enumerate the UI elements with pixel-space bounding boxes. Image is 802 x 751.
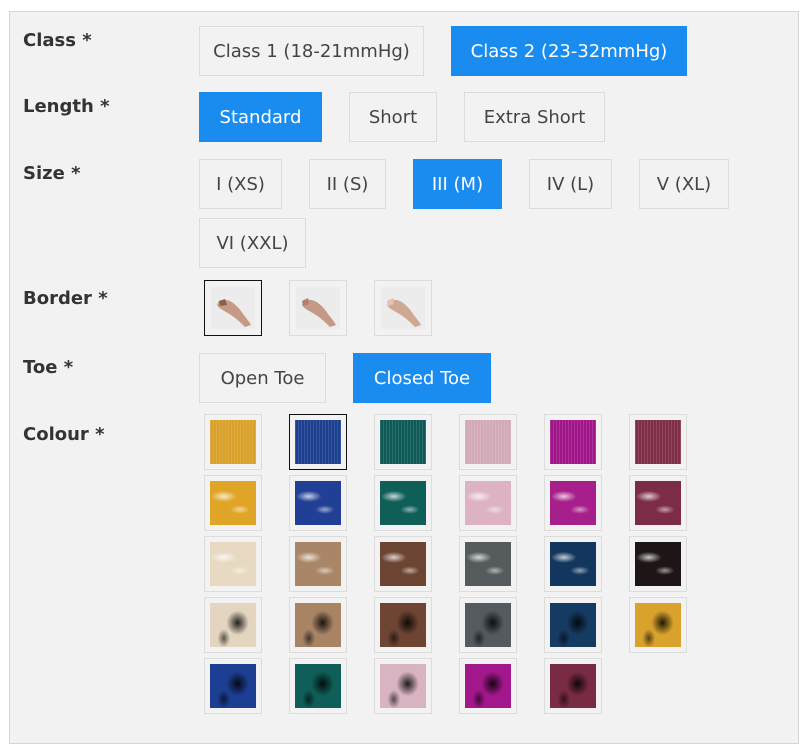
colour-swatch-fill <box>210 420 256 464</box>
class-option-2[interactable]: Class 2 (23-32mmHg) <box>451 26 687 76</box>
colour-swatch[interactable] <box>374 536 432 592</box>
size-label: Size * <box>23 163 81 184</box>
colour-label: Colour * <box>23 424 105 445</box>
length-option-standard[interactable]: Standard <box>199 92 322 142</box>
border-thumbnail <box>296 287 340 329</box>
colour-swatch-fill <box>210 603 256 647</box>
colour-swatch[interactable] <box>544 414 602 470</box>
colour-swatch-fill <box>635 420 681 464</box>
colour-swatch-fill <box>465 664 511 708</box>
colour-swatch-fill <box>380 603 426 647</box>
colour-swatch-fill <box>465 542 511 586</box>
colour-swatch-fill <box>380 664 426 708</box>
colour-swatch-fill <box>465 420 511 464</box>
stocking-icon <box>387 298 421 327</box>
colour-swatch[interactable] <box>544 536 602 592</box>
colour-swatch-fill <box>210 542 256 586</box>
colour-swatch[interactable] <box>289 536 347 592</box>
border-label: Border * <box>23 288 108 309</box>
colour-swatch-fill <box>550 481 596 525</box>
border-option-2[interactable] <box>289 280 347 336</box>
colour-swatch[interactable] <box>544 475 602 531</box>
stocking-icon <box>217 299 251 327</box>
colour-swatch-fill <box>380 481 426 525</box>
toe-option-open[interactable]: Open Toe <box>199 353 326 403</box>
colour-swatch[interactable] <box>204 475 262 531</box>
colour-swatch[interactable] <box>374 658 432 714</box>
size-option-xl[interactable]: V (XL) <box>639 159 729 209</box>
colour-swatch-fill <box>295 481 341 525</box>
colour-swatch[interactable] <box>629 414 687 470</box>
colour-swatch[interactable] <box>204 536 262 592</box>
length-option-extra-short[interactable]: Extra Short <box>464 92 605 142</box>
colour-swatch-fill <box>635 542 681 586</box>
colour-swatch-fill <box>465 481 511 525</box>
size-option-s[interactable]: II (S) <box>309 159 386 209</box>
colour-swatch[interactable] <box>459 414 517 470</box>
size-option-xs[interactable]: I (XS) <box>199 159 282 209</box>
colour-swatch-fill <box>465 603 511 647</box>
class-label: Class * <box>23 30 92 51</box>
border-option-1[interactable] <box>204 280 262 336</box>
colour-swatch-fill <box>635 481 681 525</box>
class-option-1[interactable]: Class 1 (18-21mmHg) <box>199 26 424 76</box>
size-option-m[interactable]: III (M) <box>413 159 502 209</box>
border-thumbnail <box>381 287 425 329</box>
colour-swatch[interactable] <box>544 597 602 653</box>
colour-swatch[interactable] <box>289 597 347 653</box>
colour-swatch[interactable] <box>629 475 687 531</box>
colour-swatch[interactable] <box>374 414 432 470</box>
stocking-icon <box>302 298 336 327</box>
colour-swatch-fill <box>295 420 341 464</box>
length-option-short[interactable]: Short <box>349 92 437 142</box>
colour-swatch-fill <box>550 420 596 464</box>
colour-swatch-fill <box>295 603 341 647</box>
toe-option-closed[interactable]: Closed Toe <box>353 353 491 403</box>
colour-swatch[interactable] <box>289 414 347 470</box>
colour-swatch[interactable] <box>204 597 262 653</box>
colour-swatch[interactable] <box>459 536 517 592</box>
border-thumbnail <box>211 287 255 329</box>
colour-swatch[interactable] <box>629 536 687 592</box>
colour-swatch[interactable] <box>289 475 347 531</box>
colour-swatch-fill <box>295 664 341 708</box>
colour-swatch-fill <box>210 481 256 525</box>
border-option-3[interactable] <box>374 280 432 336</box>
colour-swatch[interactable] <box>374 475 432 531</box>
size-option-l[interactable]: IV (L) <box>529 159 612 209</box>
colour-swatch-fill <box>210 664 256 708</box>
colour-swatch-fill <box>550 603 596 647</box>
colour-swatch-fill <box>380 542 426 586</box>
size-option-xxl[interactable]: VI (XXL) <box>199 218 306 268</box>
colour-swatch[interactable] <box>204 414 262 470</box>
length-label: Length * <box>23 96 110 117</box>
colour-swatch[interactable] <box>459 475 517 531</box>
colour-swatch[interactable] <box>459 597 517 653</box>
colour-swatch-fill <box>550 542 596 586</box>
colour-swatch[interactable] <box>629 597 687 653</box>
colour-swatch-fill <box>550 664 596 708</box>
colour-swatch-fill <box>380 420 426 464</box>
colour-swatch-fill <box>635 603 681 647</box>
colour-swatch[interactable] <box>544 658 602 714</box>
toe-label: Toe * <box>23 357 74 378</box>
colour-swatch[interactable] <box>289 658 347 714</box>
colour-swatch[interactable] <box>459 658 517 714</box>
colour-swatch[interactable] <box>204 658 262 714</box>
colour-swatch[interactable] <box>374 597 432 653</box>
colour-swatch-fill <box>295 542 341 586</box>
